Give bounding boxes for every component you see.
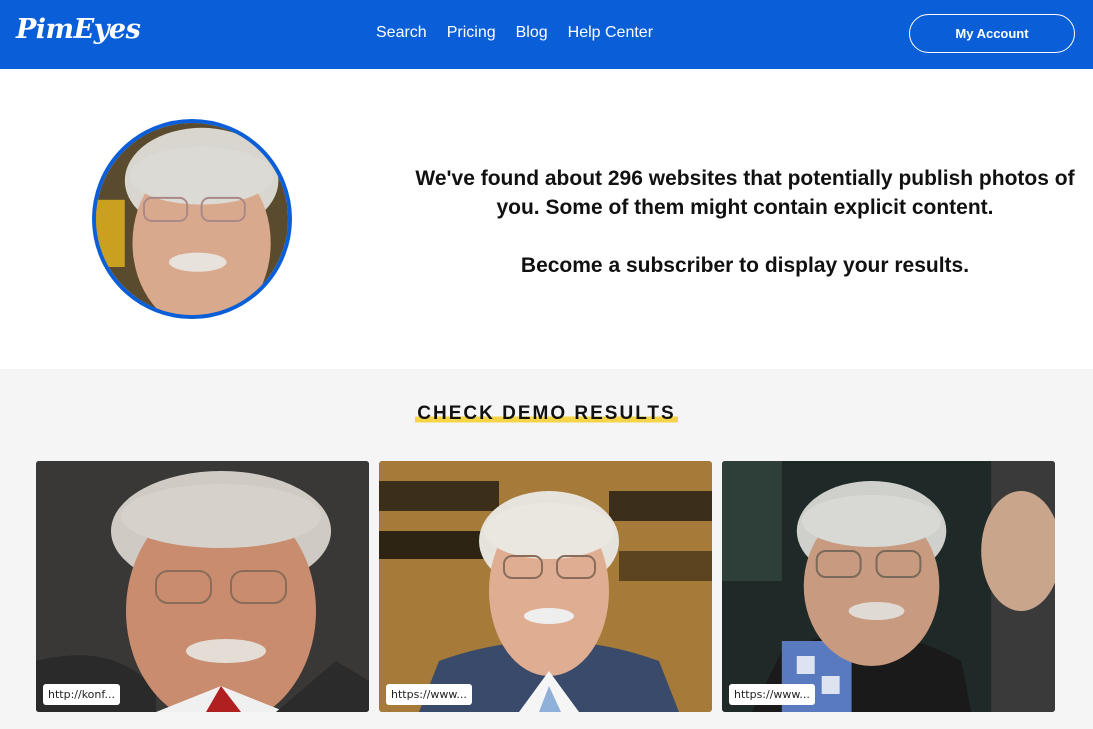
result-photo — [36, 461, 369, 712]
results-found-message: We've found about 296 websites that pote… — [410, 164, 1080, 280]
demo-results-section: CHECK DEMO RESULTS http://konf... https:… — [0, 369, 1093, 729]
nav-help-center-link[interactable]: Help Center — [568, 24, 653, 42]
face-photo — [96, 123, 288, 315]
result-photo — [379, 461, 712, 712]
demo-result-card[interactable]: https://www... — [379, 461, 712, 712]
results-count-text: We've found about 296 websites that pote… — [415, 167, 1075, 219]
subscribe-prompt-text: Become a subscriber to display your resu… — [520, 254, 970, 277]
demo-result-card[interactable]: https://www... — [722, 461, 1055, 712]
nav-pricing-link[interactable]: Pricing — [447, 24, 496, 42]
result-url-chip[interactable]: https://www... — [386, 684, 472, 705]
nav-blog-link[interactable]: Blog — [516, 24, 548, 42]
main-nav: Search Pricing Blog Help Center — [376, 24, 653, 42]
top-navbar: PimEyes Search Pricing Blog Help Center … — [0, 0, 1093, 69]
result-url-chip[interactable]: https://www... — [729, 684, 815, 705]
demo-result-card[interactable]: http://konf... — [36, 461, 369, 712]
demo-results-heading: CHECK DEMO RESULTS — [415, 403, 678, 425]
nav-search-link[interactable]: Search — [376, 24, 427, 42]
my-account-button[interactable]: My Account — [909, 14, 1075, 53]
result-photo — [722, 461, 1055, 712]
result-url-chip[interactable]: http://konf... — [43, 684, 120, 705]
searched-face-avatar — [92, 119, 292, 319]
pimeyes-logo[interactable]: PimEyes — [16, 14, 141, 45]
